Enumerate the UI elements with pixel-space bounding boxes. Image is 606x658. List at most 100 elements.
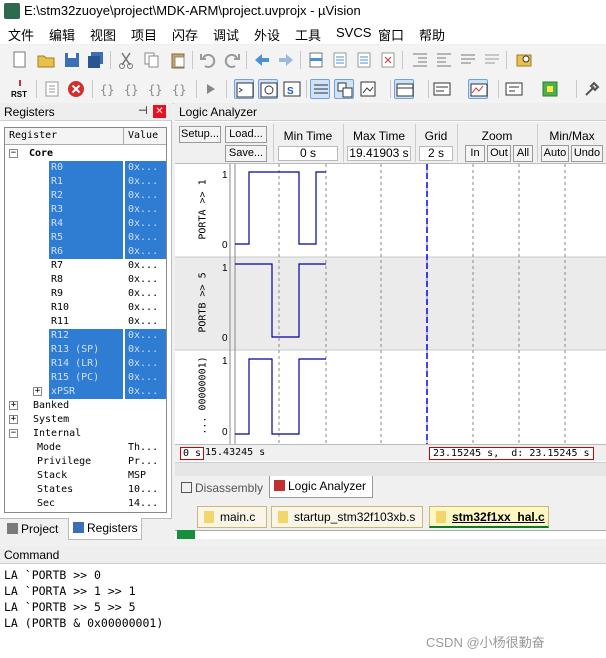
waveform-area[interactable]: 1 0 1 0 1 0 PORTA >> 1 PORTB >> 5 ... 00… — [175, 164, 606, 444]
register-row[interactable]: R7 0x... — [5, 259, 166, 273]
register-row[interactable]: + Banked — [5, 399, 166, 413]
register-value[interactable]: 0x... — [125, 217, 166, 231]
command-window-icon[interactable] — [234, 79, 254, 99]
analysis-window-icon[interactable] — [468, 79, 488, 99]
cut-icon[interactable] — [116, 50, 136, 70]
disassembly-window-icon[interactable] — [258, 79, 278, 99]
step-into-icon[interactable]: {} — [98, 79, 118, 99]
paste-icon[interactable] — [168, 50, 188, 70]
horizontal-scrollbar[interactable] — [175, 462, 606, 476]
register-row[interactable]: Privilege Pr... — [5, 455, 166, 469]
tab-disassembly[interactable]: Disassembly — [177, 478, 265, 500]
register-row[interactable]: − Core — [5, 147, 166, 161]
stop-icon[interactable] — [66, 79, 86, 99]
register-row[interactable]: States 10... — [5, 483, 166, 497]
redo-icon[interactable] — [222, 50, 242, 70]
register-row[interactable]: + xPSR 0x... — [5, 385, 166, 399]
register-row[interactable]: R13 (SP) 0x... — [5, 343, 166, 357]
register-value[interactable]: 0x... — [125, 371, 166, 385]
register-row[interactable]: R10 0x... — [5, 301, 166, 315]
menu-peripherals[interactable]: 外设 — [254, 25, 280, 44]
symbols-window-icon[interactable]: S — [282, 79, 302, 99]
copy-icon[interactable] — [142, 50, 162, 70]
expand-icon[interactable]: + — [9, 401, 18, 410]
register-value[interactable]: 0x... — [125, 343, 166, 357]
register-row[interactable]: Mode Th... — [5, 441, 166, 455]
memory-window-icon[interactable] — [394, 79, 414, 99]
register-row[interactable]: R6 0x... — [5, 245, 166, 259]
register-value[interactable]: 0x... — [125, 203, 166, 217]
register-value[interactable]: 0x... — [125, 189, 166, 203]
collapse-icon[interactable]: − — [9, 429, 18, 438]
register-row[interactable]: R15 (PC) 0x... — [5, 371, 166, 385]
menu-window[interactable]: 窗口 — [378, 25, 404, 44]
step-out-icon[interactable]: {} — [146, 79, 166, 99]
close-icon[interactable]: ✕ — [153, 105, 166, 118]
open-folder-icon[interactable] — [36, 50, 56, 70]
bookmark-next-icon[interactable] — [354, 50, 374, 70]
show-next-statement-icon[interactable] — [202, 79, 222, 99]
register-value[interactable]: 0x... — [125, 259, 166, 273]
register-row[interactable]: R1 0x... — [5, 175, 166, 189]
register-row[interactable]: R2 0x... — [5, 189, 166, 203]
trace-window-icon[interactable] — [504, 79, 524, 99]
undo-button[interactable]: Undo — [571, 145, 603, 162]
column-value[interactable]: Value — [128, 130, 158, 141]
register-value[interactable]: Th... — [125, 441, 166, 455]
step-over-icon[interactable]: {} — [122, 79, 142, 99]
menu-help[interactable]: 帮助 — [419, 25, 445, 44]
unindent-icon[interactable] — [434, 50, 454, 70]
tab-registers[interactable]: Registers — [68, 518, 142, 540]
register-value[interactable]: MSP — [125, 469, 166, 483]
register-row[interactable]: R11 0x... — [5, 315, 166, 329]
register-row[interactable]: R12 0x... — [5, 329, 166, 343]
find-in-files-icon[interactable] — [514, 50, 534, 70]
bookmark-icon[interactable] — [306, 50, 326, 70]
tab-logic-analyzer[interactable]: Logic Analyzer — [269, 476, 373, 498]
menu-svcs[interactable]: SVCS — [336, 25, 371, 40]
register-row[interactable]: − Internal — [5, 427, 166, 441]
nav-back-icon[interactable] — [252, 50, 272, 70]
registers-window-icon[interactable] — [310, 79, 330, 99]
new-file-icon[interactable] — [10, 50, 30, 70]
bookmark-prev-icon[interactable] — [330, 50, 350, 70]
save-icon[interactable] — [62, 50, 82, 70]
signal-name-porta[interactable]: PORTA >> 1 — [198, 160, 209, 260]
register-value[interactable]: 0x... — [125, 231, 166, 245]
register-row[interactable]: R8 0x... — [5, 273, 166, 287]
tab-project[interactable]: Project — [3, 519, 65, 541]
column-register[interactable]: Register — [9, 130, 57, 141]
register-value[interactable]: 0x... — [125, 175, 166, 189]
register-row[interactable]: R9 0x... — [5, 287, 166, 301]
serial-window-icon[interactable] — [432, 79, 452, 99]
run-icon[interactable] — [42, 79, 62, 99]
register-value[interactable]: 0x... — [125, 245, 166, 259]
reset-button[interactable]: RST — [10, 79, 30, 99]
register-value[interactable]: 0x... — [125, 161, 166, 175]
register-value[interactable]: 14... — [125, 497, 166, 511]
save-button[interactable]: Save... — [225, 145, 267, 162]
register-value[interactable]: 0x... — [125, 287, 166, 301]
register-value[interactable]: Pr... — [125, 455, 166, 469]
register-value[interactable]: 10... — [125, 483, 166, 497]
nav-forward-icon[interactable] — [276, 50, 296, 70]
zoom-out-button[interactable]: Out — [487, 145, 511, 162]
load-button[interactable]: Load... — [225, 126, 267, 143]
register-row[interactable]: R3 0x... — [5, 203, 166, 217]
register-row[interactable]: R5 0x... — [5, 231, 166, 245]
system-viewer-icon[interactable] — [540, 79, 560, 99]
toolbox-icon[interactable] — [582, 79, 602, 99]
register-value[interactable]: 0x... — [125, 301, 166, 315]
tab-hal-c[interactable]: stm32f1xx_hal.c — [429, 506, 549, 528]
register-value[interactable]: 0x... — [125, 273, 166, 287]
bookmark-clear-icon[interactable] — [378, 50, 398, 70]
menu-tools[interactable]: 工具 — [295, 25, 321, 44]
register-row[interactable]: R14 (LR) 0x... — [5, 357, 166, 371]
collapse-icon[interactable]: − — [9, 149, 18, 158]
uncomment-icon[interactable] — [482, 50, 502, 70]
run-to-cursor-icon[interactable]: {} — [170, 79, 190, 99]
comment-icon[interactable] — [458, 50, 478, 70]
register-row[interactable]: + System — [5, 413, 166, 427]
tab-startup-file[interactable]: startup_stm32f103xb.s — [271, 506, 423, 528]
watch-window-icon[interactable] — [358, 79, 378, 99]
